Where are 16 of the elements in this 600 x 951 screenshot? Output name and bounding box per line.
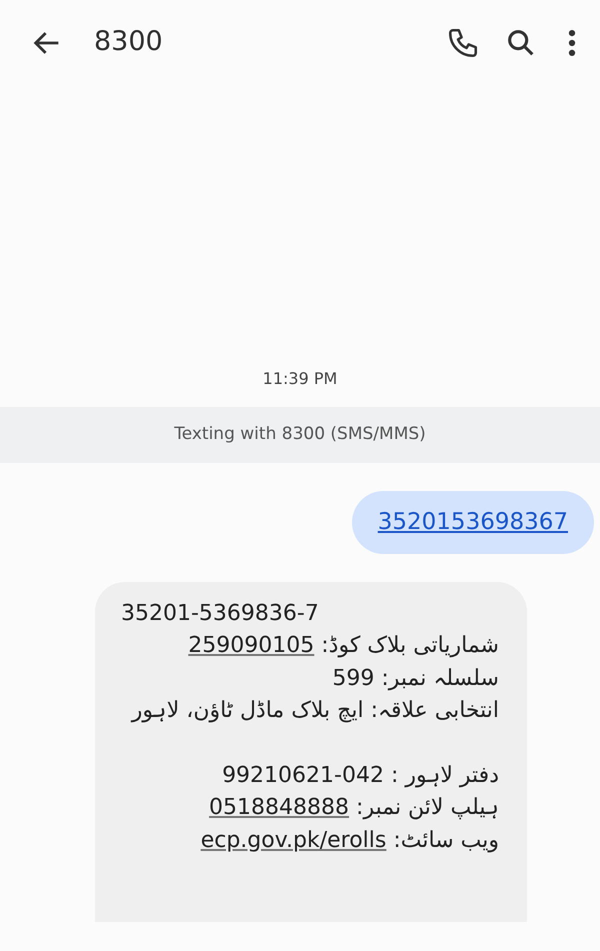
- message-timestamp: 11:39 PM: [262, 369, 338, 388]
- message-link[interactable]: 259090105: [188, 633, 314, 658]
- message-text: 35201-5369836-7: [121, 600, 319, 626]
- message-label: دفتر لاہور :: [390, 762, 499, 788]
- message-link[interactable]: ecp.gov.pk/erolls: [200, 828, 386, 852]
- message-text: انتخابی علاقہ: ایچ بلاک ماڈل ٹاؤن، لاہور: [132, 698, 499, 723]
- banner-text: Texting with 8300 (SMS/MMS): [174, 423, 426, 446]
- message-label: ویب سائٹ:: [393, 828, 499, 852]
- message-label: سلسلہ نمبر:: [381, 666, 499, 690]
- sent-message-bubble[interactable]: 3520153698367: [352, 491, 594, 554]
- message-value: 99210621-042: [222, 762, 384, 788]
- message-label: شماریاتی بلاک کوڈ:: [321, 633, 499, 658]
- message-label: ہیلپ لائن نمبر:: [356, 795, 499, 820]
- message-link[interactable]: 0518848888: [209, 795, 350, 820]
- message-value: 599: [332, 666, 374, 690]
- conversation-title: 8300: [94, 25, 164, 60]
